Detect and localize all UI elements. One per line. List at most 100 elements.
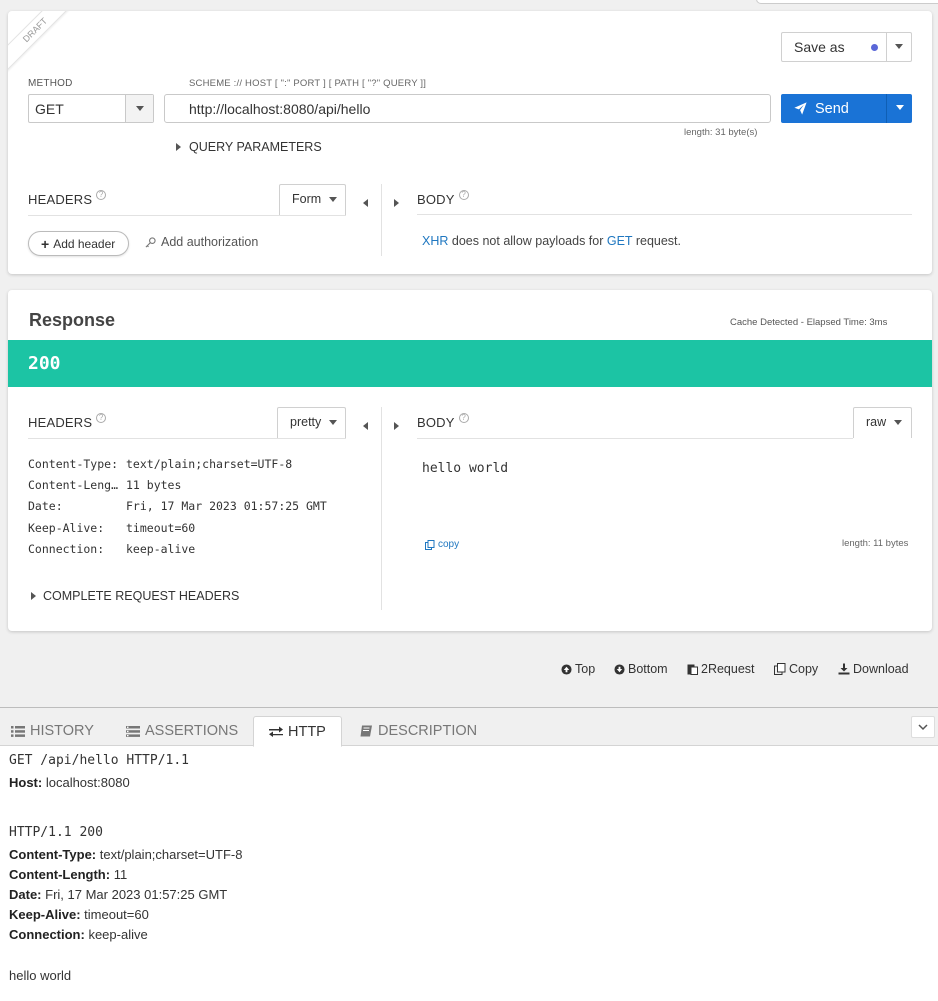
collapse-right-toggle[interactable] xyxy=(394,194,399,209)
response-body-length: length: 11 bytes xyxy=(842,538,909,549)
top-right-panel-edge xyxy=(756,0,938,4)
header-key: Keep-Alive: xyxy=(28,521,105,535)
caret-left-icon xyxy=(363,198,368,207)
header-value: Fri, 17 Mar 2023 01:57:25 GMT xyxy=(126,499,327,513)
chevron-down-icon xyxy=(328,197,337,203)
request-headers-divider xyxy=(28,215,346,216)
help-icon: ? xyxy=(96,190,107,200)
tab-history[interactable]: HISTORY xyxy=(0,716,108,746)
request-body-divider xyxy=(417,214,912,215)
http-response-header-row: Connection: keep-alive xyxy=(9,927,148,942)
complete-request-headers-toggle[interactable]: COMPLETE REQUEST HEADERS xyxy=(31,589,239,603)
complete-request-headers-label: COMPLETE REQUEST HEADERS xyxy=(43,589,240,603)
collapse-left-toggle[interactable] xyxy=(363,194,368,209)
query-parameters-label: QUERY PARAMETERS xyxy=(189,140,322,154)
get-link[interactable]: GET xyxy=(607,234,632,248)
header-key: Date: xyxy=(28,499,63,513)
http-response-header-row: Content-Length: 11 xyxy=(9,867,127,882)
to-request-button[interactable]: 2Request xyxy=(687,662,755,676)
chevron-down-icon xyxy=(895,44,903,50)
url-input[interactable]: http://localhost:8080/api/hello xyxy=(164,94,771,123)
add-header-label: Add header xyxy=(53,236,116,251)
header-value: keep-alive xyxy=(126,542,196,556)
collapse-panel-button[interactable] xyxy=(911,716,935,738)
response-headers-mode-select[interactable]: pretty xyxy=(277,407,346,438)
method-select-arrow[interactable] xyxy=(125,95,153,122)
http-request-header-row: Host: localhost:8080 xyxy=(9,775,130,790)
response-body-mode-select[interactable]: raw xyxy=(853,407,912,438)
response-collapse-right-toggle[interactable] xyxy=(394,417,399,432)
http-status-line: HTTP/1.1 200 xyxy=(9,825,103,840)
xhr-link[interactable]: XHR xyxy=(422,234,448,248)
chevron-down-icon xyxy=(135,105,144,111)
send-dropdown-toggle[interactable] xyxy=(886,94,912,123)
save-as-button[interactable]: Save as xyxy=(781,32,887,62)
caret-right-icon xyxy=(31,592,36,600)
header-value: timeout=60 xyxy=(126,521,196,535)
caret-right-icon xyxy=(394,421,399,430)
download-icon xyxy=(838,663,850,675)
request-headers-label: HEADERS xyxy=(28,192,93,207)
chevron-down-icon xyxy=(893,420,902,426)
tab-assertions-label: ASSERTIONS xyxy=(145,723,239,739)
copy-body-link[interactable]: copy xyxy=(425,539,459,550)
unsaved-dot-icon xyxy=(871,44,878,51)
add-header-button[interactable]: + Add header xyxy=(28,231,129,256)
arrow-up-circle-icon xyxy=(561,663,572,675)
tab-http-label: HTTP xyxy=(288,723,326,740)
caret-right-icon xyxy=(176,143,181,151)
url-value: http://localhost:8080/api/hello xyxy=(189,101,371,117)
tab-description[interactable]: DESCRIPTION xyxy=(346,716,491,746)
download-label: Download xyxy=(853,662,909,676)
header-key: Connection: xyxy=(28,542,105,556)
method-label: METHOD xyxy=(28,78,73,89)
body-note-end: request. xyxy=(635,234,681,248)
response-collapse-left-toggle[interactable] xyxy=(363,417,368,432)
status-bar: 200 xyxy=(8,340,932,387)
headers-mode-select[interactable]: Form xyxy=(279,184,346,215)
http-body: hello world xyxy=(9,968,72,983)
help-icon: ? xyxy=(458,190,469,200)
copy-icon xyxy=(425,539,435,550)
method-value: GET xyxy=(35,101,64,117)
copy-button[interactable]: Copy xyxy=(774,662,818,676)
send-button[interactable]: Send xyxy=(781,94,887,123)
http-response-header-row: Content-Type: text/plain;charset=UTF-8 xyxy=(9,847,242,862)
response-headers-title: HEADERS? xyxy=(28,413,107,430)
response-body-mode-value: raw xyxy=(866,415,887,429)
bottom-button[interactable]: Bottom xyxy=(614,662,668,676)
bottom-panel xyxy=(0,745,938,1001)
request-headers-title: HEADERS? xyxy=(28,190,107,207)
tab-assertions[interactable]: ASSERTIONS xyxy=(112,716,252,746)
http-header-value: timeout=60 xyxy=(84,907,149,922)
tab-http[interactable]: HTTP xyxy=(253,716,342,747)
copy-icon xyxy=(774,663,786,675)
response-headers-divider xyxy=(28,438,346,439)
list-icon xyxy=(11,725,25,737)
add-authorization-link[interactable]: Add authorization xyxy=(145,235,258,249)
response-header-row: Connection: keep-alive xyxy=(28,542,195,556)
header-value: 11 bytes xyxy=(126,478,182,492)
method-select[interactable]: GET xyxy=(28,94,154,123)
request-panel-separator xyxy=(381,184,382,256)
response-body-label: BODY xyxy=(417,415,455,430)
header-value: text/plain;charset=UTF-8 xyxy=(126,457,293,471)
download-button[interactable]: Download xyxy=(838,662,909,676)
plus-icon: + xyxy=(41,235,50,252)
http-header-value: text/plain;charset=UTF-8 xyxy=(99,847,243,862)
response-body-divider xyxy=(417,438,853,439)
body-note-mid: does not allow payloads for xyxy=(451,234,604,248)
chevron-down-icon xyxy=(895,105,904,111)
response-headers-mode-value: pretty xyxy=(290,415,322,429)
top-button[interactable]: Top xyxy=(561,662,595,676)
http-response-header-row: Date: Fri, 17 Mar 2023 01:57:25 GMT xyxy=(9,887,227,902)
response-title: Response xyxy=(29,310,116,330)
query-parameters-toggle[interactable]: QUERY PARAMETERS xyxy=(176,140,322,154)
http-header-value: keep-alive xyxy=(88,927,148,942)
caret-right-icon xyxy=(394,198,399,207)
draft-label: DRAFT xyxy=(20,15,50,45)
http-header-value: localhost:8080 xyxy=(45,775,130,790)
paste-icon xyxy=(687,664,698,675)
save-as-dropdown-toggle[interactable] xyxy=(886,32,912,62)
response-body-text: hello world xyxy=(422,461,509,476)
